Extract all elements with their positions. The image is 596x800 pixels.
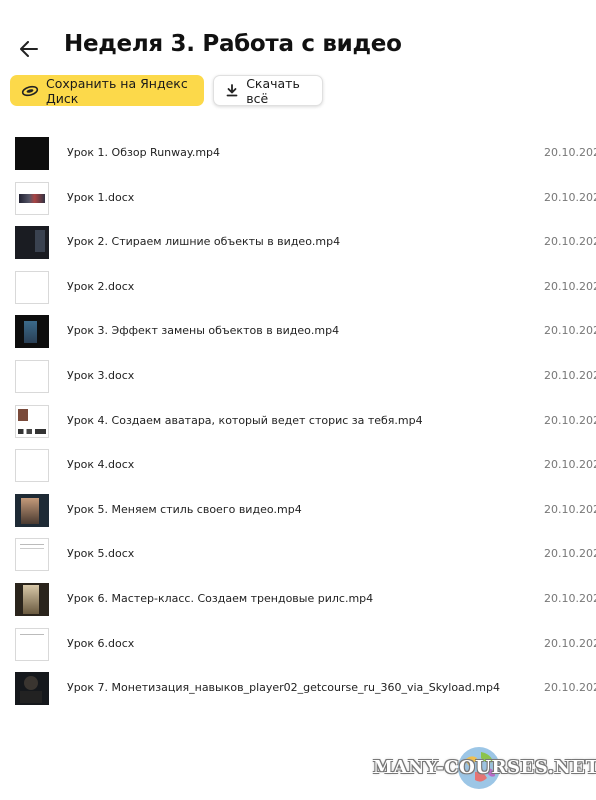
file-row[interactable]: Урок 1. Обзор Runway.mp4 20.10.2023 <box>0 131 596 176</box>
video-thumbnail <box>15 226 49 260</box>
file-row[interactable]: Урок 4.docx 20.10.2023 <box>0 443 596 488</box>
download-all-button[interactable]: Скачать всё <box>213 75 323 106</box>
file-row[interactable]: Урок 1.docx 20.10.2023 <box>0 176 596 221</box>
file-name: Урок 1.docx <box>67 190 135 204</box>
video-thumbnail <box>15 493 49 527</box>
file-name: Урок 2. Стираем лишние объекты в видео.m… <box>67 235 341 249</box>
header: Неделя 3. Работа с видео <box>0 0 596 70</box>
document-thumbnail <box>15 181 49 215</box>
file-date: 20.10.2023 <box>544 591 596 605</box>
video-thumbnail <box>15 672 49 706</box>
file-name: Урок 4.docx <box>67 458 135 472</box>
save-button-label: Сохранить на Яндекс Диск <box>46 75 188 106</box>
document-thumbnail <box>15 627 49 661</box>
file-row[interactable]: Урок 2.docx 20.10.2023 <box>0 265 596 310</box>
download-icon <box>225 84 239 98</box>
file-row[interactable]: Урок 2. Стираем лишние объекты в видео.m… <box>0 220 596 265</box>
file-name: Урок 3.docx <box>67 368 135 382</box>
file-date: 20.10.2023 <box>544 502 596 516</box>
file-date: 20.10.2023 <box>544 368 596 382</box>
file-row[interactable]: Урок 6. Мастер-класс. Создаем трендовые … <box>0 577 596 622</box>
file-name: Урок 3. Эффект замены объектов в видео.m… <box>67 324 340 338</box>
file-name: Урок 5.docx <box>67 547 135 561</box>
video-thumbnail <box>15 404 49 438</box>
document-thumbnail <box>15 359 49 393</box>
file-name: Урок 1. Обзор Runway.mp4 <box>67 146 221 159</box>
file-name: Урок 4. Создаем аватара, который ведет с… <box>67 413 423 427</box>
watermark-text: MANY-COURSES.NET <box>373 757 596 778</box>
file-name: Урок 7. Монетизация_навыков_player02_get… <box>67 681 500 695</box>
video-thumbnail <box>15 137 49 170</box>
file-name: Урок 6.docx <box>67 636 135 650</box>
document-thumbnail <box>15 270 49 304</box>
file-list: Урок 1. Обзор Runway.mp4 20.10.2023 Урок… <box>0 131 596 711</box>
file-name: Урок 5. Меняем стиль своего видео.mp4 <box>67 502 302 516</box>
video-thumbnail <box>15 315 49 349</box>
file-row[interactable]: Урок 6.docx 20.10.2023 <box>0 622 596 667</box>
file-row[interactable]: Урок 5. Меняем стиль своего видео.mp4 20… <box>0 488 596 533</box>
file-row[interactable]: Урок 3. Эффект замены объектов в видео.m… <box>0 309 596 354</box>
download-button-label: Скачать всё <box>246 75 300 106</box>
toolbar: Сохранить на Яндекс Диск Скачать всё <box>10 75 323 107</box>
file-date: 20.10.2023 <box>544 681 596 695</box>
file-date: 20.10.2023 <box>544 413 596 427</box>
file-date: 20.10.2023 <box>544 547 596 561</box>
document-thumbnail <box>15 449 49 483</box>
file-name: Урок 2.docx <box>67 279 135 293</box>
file-row[interactable]: Урок 7. Монетизация_навыков_player02_get… <box>0 666 596 711</box>
file-row[interactable]: Урок 3.docx 20.10.2023 <box>0 354 596 399</box>
file-date: 20.10.2023 <box>544 324 596 338</box>
file-name: Урок 6. Мастер-класс. Создаем трендовые … <box>67 591 374 605</box>
file-date: 20.10.2023 <box>544 190 596 204</box>
arrow-left-icon <box>20 41 38 57</box>
file-date: 20.10.2023 <box>544 458 596 472</box>
file-row[interactable]: Урок 4. Создаем аватара, который ведет с… <box>0 399 596 444</box>
video-thumbnail <box>15 582 49 616</box>
file-date: 20.10.2023 <box>544 636 596 650</box>
yandex-disk-icon <box>21 84 39 98</box>
file-date: 20.10.2023 <box>544 146 596 159</box>
file-date: 20.10.2023 <box>544 279 596 293</box>
file-date: 20.10.2023 <box>544 235 596 249</box>
file-row[interactable]: Урок 5.docx 20.10.2023 <box>0 532 596 577</box>
back-button[interactable] <box>16 36 42 62</box>
document-thumbnail <box>15 538 49 572</box>
save-to-yandex-disk-button[interactable]: Сохранить на Яндекс Диск <box>10 75 204 106</box>
page-title: Неделя 3. Работа с видео <box>64 31 402 57</box>
